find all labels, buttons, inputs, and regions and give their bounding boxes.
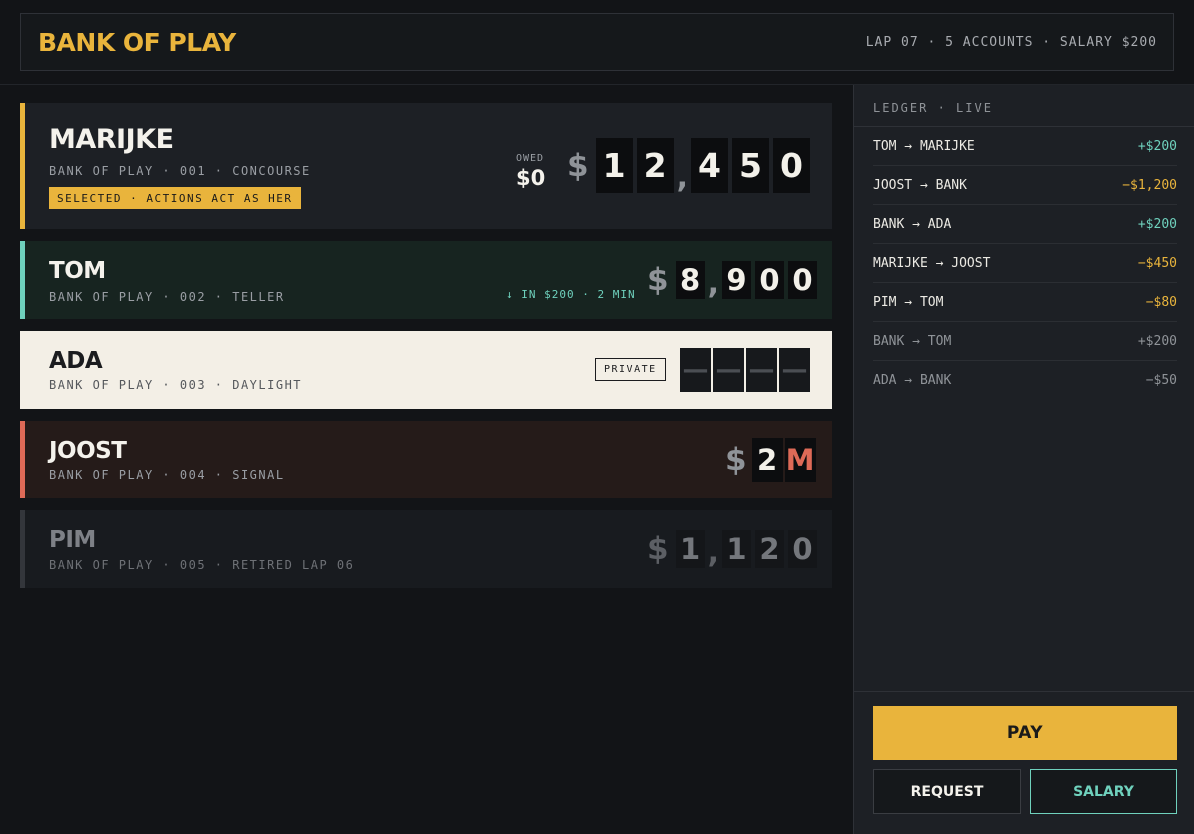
brand-title: BANK OF PLAY	[38, 28, 236, 57]
balance-digit: 8	[675, 261, 705, 299]
ledger-amount: +$200	[1137, 138, 1177, 154]
account-accent-bar	[20, 103, 25, 229]
ledger-parties: PIM → TOM	[873, 294, 944, 310]
balance-separator: ,	[707, 266, 719, 301]
owed-value: $0	[516, 166, 546, 190]
balance-digit: 2	[636, 138, 674, 193]
owed-label: OWED	[516, 153, 545, 164]
ledger-row: BANK → ADA +$200	[873, 205, 1177, 244]
balance-separator: ,	[707, 535, 719, 570]
ledger-parties: JOOST → BANK	[873, 177, 967, 193]
ledger-parties: MARIJKE → JOOST	[873, 255, 991, 271]
balance-display: $ 1 2 , 4 5 0	[567, 138, 810, 193]
ledger-parties: TOM → MARIJKE	[873, 138, 975, 154]
balance-digit: 2	[751, 438, 783, 482]
ledger-row: BANK → TOM +$200	[873, 322, 1177, 361]
hidden-digit: —	[779, 348, 810, 392]
ledger-panel: LEDGER · LIVE TOM → MARIJKE +$200 JOOST …	[853, 85, 1194, 834]
hidden-digit: —	[680, 348, 711, 392]
account-subtitle: BANK OF PLAY · 005 · RETIRED LAP 06	[49, 558, 355, 572]
ledger-parties: BANK → TOM	[873, 333, 952, 349]
balance-unit-digit: M	[784, 438, 816, 482]
account-name: TOM	[49, 258, 106, 284]
account-subtitle: BANK OF PLAY · 004 · SIGNAL	[49, 468, 285, 482]
balance-digit: 1	[595, 138, 633, 193]
balance-digit: 5	[731, 138, 769, 193]
balance-display: $ 1 , 1 2 0	[647, 530, 817, 568]
balance-separator: ,	[676, 160, 688, 195]
balance-digit: 1	[675, 530, 705, 568]
account-name: PIM	[49, 527, 96, 553]
currency-sign: $	[647, 262, 669, 298]
balance-digit: 0	[772, 138, 810, 193]
account-card-tom[interactable]: TOM BANK OF PLAY · 002 · TELLER ↓ IN $20…	[20, 241, 832, 319]
account-card-marijke[interactable]: MARIJKE BANK OF PLAY · 001 · CONCOURSE S…	[20, 103, 832, 229]
ledger-amount: +$200	[1137, 216, 1177, 232]
balance-display: $ 2 M	[725, 438, 816, 482]
account-subtitle: BANK OF PLAY · 002 · TELLER	[49, 290, 285, 304]
balance-digit: 0	[787, 530, 817, 568]
ledger-amount: −$450	[1137, 255, 1177, 271]
ledger-amount: −$1,200	[1122, 177, 1177, 193]
ledger-amount: +$200	[1137, 333, 1177, 349]
selected-badge: SELECTED · ACTIONS ACT AS HER	[49, 187, 301, 209]
account-subtitle: BANK OF PLAY · 003 · DAYLIGHT	[49, 378, 303, 392]
account-accent-bar	[20, 241, 25, 319]
incoming-transfer-note: ↓ IN $200 · 2 MIN	[506, 288, 636, 301]
app-header: BANK OF PLAY LAP 07 · 5 ACCOUNTS · SALAR…	[20, 13, 1174, 71]
hidden-balance-display: — — — —	[680, 348, 810, 392]
balance-digit: 9	[721, 261, 751, 299]
actions-divider	[854, 691, 1194, 692]
owed-block: OWED $0	[516, 153, 545, 190]
ledger-parties: BANK → ADA	[873, 216, 952, 232]
currency-sign: $	[567, 147, 589, 184]
balance-digit: 2	[754, 530, 784, 568]
ledger-amount: −$50	[1145, 373, 1177, 388]
account-accent-bar	[20, 421, 25, 498]
game-meta: LAP 07 · 5 ACCOUNTS · SALARY $200	[865, 35, 1157, 50]
account-card-joost[interactable]: JOOST BANK OF PLAY · 004 · SIGNAL $ 2 M	[20, 421, 832, 498]
currency-sign: $	[725, 442, 747, 478]
private-badge: PRIVATE	[595, 358, 666, 381]
account-name: JOOST	[49, 438, 127, 464]
pay-button[interactable]: PAY	[873, 706, 1177, 760]
account-subtitle: BANK OF PLAY · 001 · CONCOURSE	[49, 164, 311, 178]
account-name: ADA	[49, 348, 103, 374]
account-name: MARIJKE	[49, 124, 174, 155]
ledger-row: ADA → BANK −$50	[873, 361, 1177, 400]
hidden-digit: —	[713, 348, 744, 392]
balance-digit: 1	[721, 530, 751, 568]
balance-display: $ 8 , 9 0 0	[647, 261, 817, 299]
account-card-pim[interactable]: PIM BANK OF PLAY · 005 · RETIRED LAP 06 …	[20, 510, 832, 588]
hidden-digit: —	[746, 348, 777, 392]
account-accent-bar	[20, 510, 25, 588]
currency-sign: $	[647, 531, 669, 567]
ledger-row: PIM → TOM −$80	[873, 283, 1177, 322]
ledger-parties: ADA → BANK	[873, 373, 952, 388]
ledger-row: TOM → MARIJKE +$200	[873, 127, 1177, 166]
balance-digit: 0	[754, 261, 784, 299]
ledger-amount: −$80	[1145, 294, 1177, 310]
ledger-row: JOOST → BANK −$1,200	[873, 166, 1177, 205]
account-card-ada[interactable]: ADA BANK OF PLAY · 003 · DAYLIGHT PRIVAT…	[20, 331, 832, 409]
salary-button[interactable]: SALARY	[1030, 769, 1177, 814]
balance-digit: 0	[787, 261, 817, 299]
ledger-row: MARIJKE → JOOST −$450	[873, 244, 1177, 283]
request-button[interactable]: REQUEST	[873, 769, 1021, 814]
ledger-list: TOM → MARIJKE +$200 JOOST → BANK −$1,200…	[873, 127, 1177, 400]
balance-digit: 4	[690, 138, 728, 193]
ledger-title: LEDGER · LIVE	[873, 101, 993, 115]
